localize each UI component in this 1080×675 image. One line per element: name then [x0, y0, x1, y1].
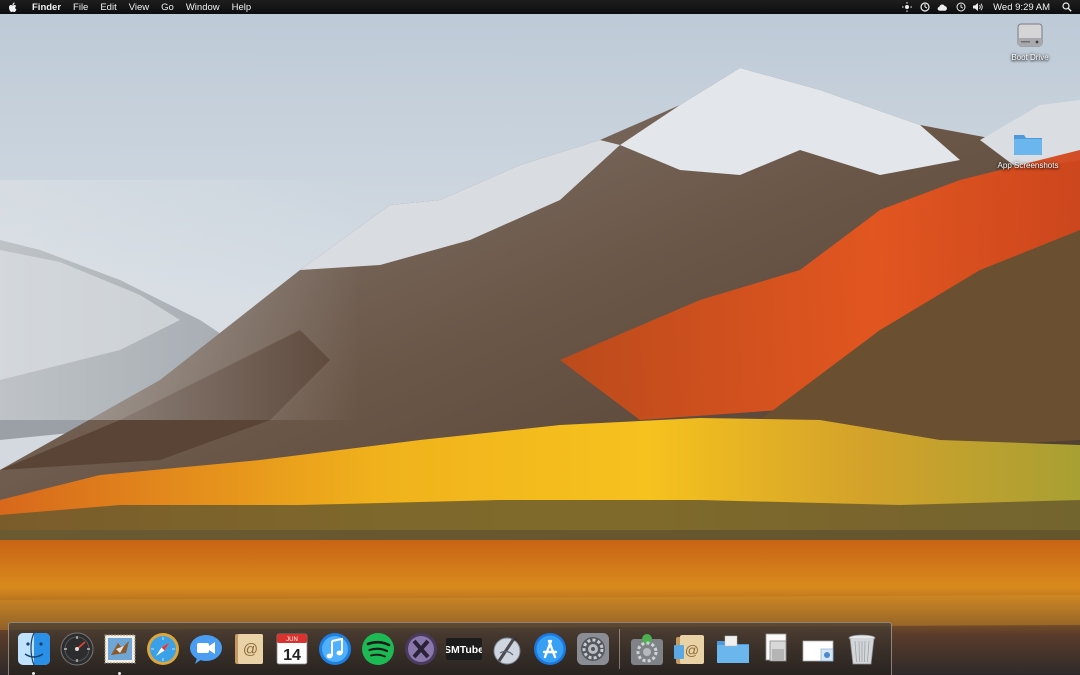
apple-icon[interactable] [8, 2, 22, 13]
dashboard-icon [60, 632, 93, 666]
address-book-icon: @ [673, 635, 704, 664]
dock-item-macos-x[interactable] [402, 631, 439, 668]
desktop-icon-boot-drive[interactable]: Boot Drive [990, 20, 1070, 62]
mail-icon [104, 634, 135, 664]
menu-go[interactable]: Go [161, 2, 174, 13]
dock-stack-applications[interactable] [714, 631, 751, 668]
running-indicator [118, 671, 121, 675]
menu-help[interactable]: Help [232, 2, 252, 13]
menu-view[interactable]: View [129, 2, 149, 13]
dock-item-spotify[interactable] [359, 631, 396, 668]
gear-icon [630, 634, 663, 665]
spotlight-search-icon[interactable] [1061, 2, 1072, 13]
spotify-icon [361, 633, 394, 665]
menu-window[interactable]: Window [186, 2, 220, 13]
safari-icon [146, 633, 179, 665]
system-preferences-icon [576, 633, 609, 665]
os-x-icon [404, 633, 437, 665]
menu-clock[interactable]: Wed 9:29 AM [993, 2, 1050, 13]
dock-item-trash[interactable] [843, 631, 880, 668]
history-icon[interactable] [955, 2, 966, 13]
applications-folder-icon [716, 635, 749, 663]
menu-edit[interactable]: Edit [100, 2, 116, 13]
menu-bar: Finder File Edit View Go Window Help Wed… [0, 0, 1080, 14]
desktop-icon-app-screenshots[interactable]: App Screenshots [988, 130, 1068, 170]
dock-item-smtube[interactable]: SMTube [445, 631, 482, 668]
dock-stack-system-preferences[interactable] [628, 631, 665, 668]
script-editor-icon [493, 636, 520, 665]
document-icon [765, 633, 786, 662]
dock-item-contacts[interactable]: @ [230, 631, 267, 668]
dock-item-safari[interactable] [144, 631, 181, 668]
dock-item-app-store[interactable] [531, 631, 568, 668]
svg-text:@: @ [242, 641, 257, 658]
dock-stack-mail-documents[interactable]: @ [671, 631, 708, 668]
folder-icon [1014, 135, 1042, 155]
finder-icon [17, 632, 50, 666]
dock-separator [619, 629, 620, 669]
dock-item-itunes[interactable] [316, 631, 353, 668]
calendar-day: 14 [283, 647, 301, 664]
dock-stack-downloads[interactable] [800, 631, 837, 668]
trash-icon [848, 634, 875, 665]
dock-item-system-preferences[interactable] [574, 631, 611, 668]
facetime-icon [189, 635, 222, 664]
dock-stack-documents[interactable] [757, 631, 794, 668]
dock-item-facetime[interactable] [187, 631, 224, 668]
creative-cloud-icon[interactable] [937, 2, 948, 13]
dock-item-finder[interactable] [15, 631, 52, 675]
desktop-icon-label: Boot Drive [1011, 53, 1049, 62]
menu-file[interactable]: File [73, 2, 88, 13]
dock-item-script-editor[interactable] [488, 631, 525, 668]
smtube-icon: SMTube [445, 638, 482, 660]
time-machine-icon[interactable] [919, 2, 930, 13]
calendar-month: JUN [286, 637, 298, 643]
svg-text:@: @ [684, 642, 698, 658]
brightness-icon[interactable] [901, 2, 912, 13]
itunes-icon [318, 633, 351, 665]
hard-drive-icon [1017, 23, 1043, 47]
desktop-icon-label: App Screenshots [997, 161, 1059, 170]
dock: @ JUN 14 SMTube @ [8, 622, 892, 675]
running-indicator [32, 671, 35, 675]
smtube-label: SMTube [446, 644, 482, 656]
dock-item-calendar[interactable]: JUN 14 [273, 631, 310, 668]
app-store-icon [533, 633, 566, 665]
contacts-icon: @ [234, 634, 263, 664]
menu-app-name[interactable]: Finder [32, 2, 61, 13]
volume-icon[interactable] [973, 2, 984, 13]
calendar-icon: JUN 14 [276, 633, 307, 665]
desktop-wallpaper [0, 0, 1080, 675]
dock-item-mail[interactable] [101, 631, 138, 675]
dock-item-dashboard[interactable] [58, 631, 95, 668]
downloads-stack-icon [802, 640, 833, 662]
menu-extras: Wed 9:29 AM [901, 2, 1072, 13]
